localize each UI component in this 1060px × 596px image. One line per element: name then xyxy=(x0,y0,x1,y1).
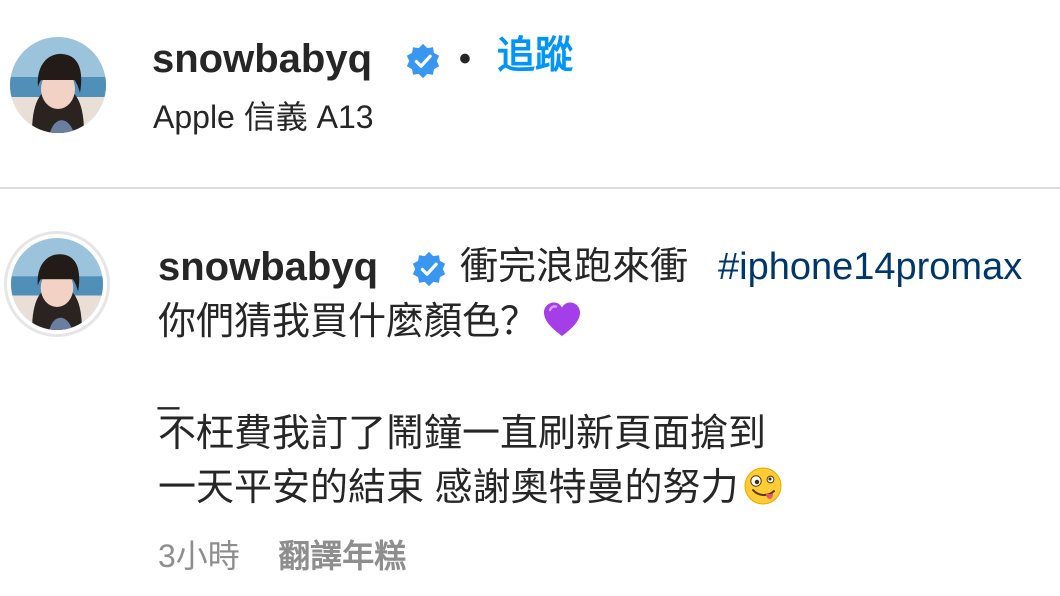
caption-text-line2: 你們猜我買什麼顏色？ xyxy=(158,296,582,348)
separator-dot: • xyxy=(459,40,471,78)
avatar-image xyxy=(10,37,106,133)
zany-face-emoji xyxy=(743,466,783,506)
caption-username[interactable]: snowbabyq xyxy=(158,241,378,293)
purple-heart-emoji xyxy=(542,300,582,340)
post-header: snowbabyq • 追蹤 Apple 信義 A13 xyxy=(0,0,1060,188)
header-avatar[interactable] xyxy=(10,37,106,133)
caption-line5-text: 一天平安的結束 感謝奧特曼的努力 xyxy=(158,467,739,509)
instagram-post-panel: snowbabyq • 追蹤 Apple 信義 A13 snowbabyq 衝完… xyxy=(0,0,1060,596)
caption-text-line4: 不枉費我訂了鬧鐘一直刷新頁面搶到 xyxy=(158,413,767,455)
caption-footer: 3小時 翻譯年糕 xyxy=(158,532,406,587)
header-username[interactable]: snowbabyq xyxy=(152,33,372,85)
location-link[interactable]: Apple 信義 A13 xyxy=(153,95,374,139)
caption-text-line5: 一天平安的結束 感謝奧特曼的努力 xyxy=(158,462,783,514)
avatar-image xyxy=(11,238,103,330)
caption-text-line1: 衝完浪跑來衝 xyxy=(460,246,689,288)
verified-badge-icon xyxy=(404,42,442,80)
follow-button[interactable]: 追蹤 xyxy=(497,30,573,82)
timestamp[interactable]: 3小時 xyxy=(158,532,240,580)
verified-badge-icon xyxy=(410,250,448,288)
hashtag-link[interactable]: #iphone14promax xyxy=(718,241,1022,293)
header-divider xyxy=(0,187,1060,189)
see-translation-button[interactable]: 翻譯年糕 xyxy=(278,532,406,580)
caption-line2-text: 你們猜我買什麼顏色？ xyxy=(158,301,539,343)
caption-avatar[interactable] xyxy=(11,238,103,330)
